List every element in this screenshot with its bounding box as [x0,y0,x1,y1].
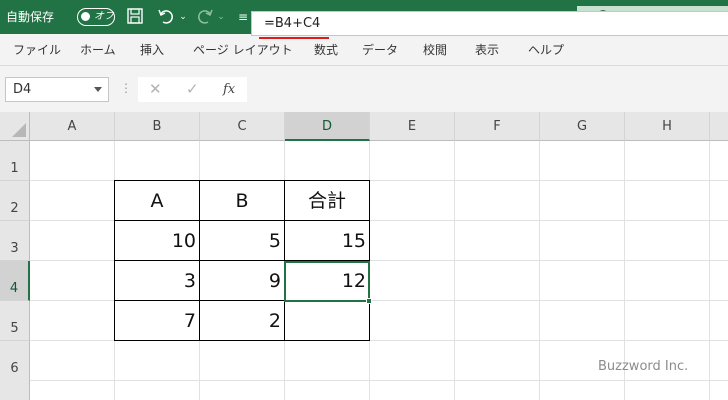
gridline [709,141,710,400]
tab-view[interactable]: 表示 [475,34,499,66]
tab-home[interactable]: ホーム [80,34,116,66]
cell-b5[interactable]: 7 [115,301,199,341]
column-header-a[interactable]: A [30,112,115,141]
splitter-handle[interactable]: ⋮ [120,82,132,94]
cell-b3[interactable]: 10 [115,221,199,261]
column-header-e[interactable]: E [370,112,455,141]
autosave-toggle-label: オフ [94,11,114,22]
formula-text: =B4+C4 [264,16,321,31]
row-header-5[interactable]: 5 [0,301,30,341]
customize-qat-icon[interactable]: ≡ [233,7,253,27]
cancel-icon[interactable]: ✕ [149,77,162,102]
row-header-1[interactable]: 1 [0,141,30,181]
formula-underline [259,37,329,39]
tab-file[interactable]: ファイル [13,34,61,66]
chevron-down-icon[interactable] [94,87,102,92]
autosave-toggle[interactable]: オフ [77,8,115,26]
formula-input[interactable]: =B4+C4 [251,11,728,36]
tab-review[interactable]: 校閲 [423,34,447,66]
cell-d2[interactable]: 合計 [285,181,369,221]
save-icon[interactable] [125,7,145,27]
insert-function-icon[interactable]: fx [223,77,235,102]
ribbon-tabs: ファイル ホーム 挿入 ページ レイアウト 数式 データ 校閲 表示 ヘルプ [0,34,728,66]
row-header-4[interactable]: 4 [0,261,30,301]
undo-dropdown-icon[interactable]: ⌄ [177,7,189,27]
row-header-3[interactable]: 3 [0,221,30,261]
toggle-knob [81,12,90,21]
fill-handle[interactable] [366,298,372,304]
gridline [539,141,540,400]
watermark: Buzzword Inc. [598,359,689,374]
row-header-2[interactable]: 2 [0,181,30,221]
column-header-h[interactable]: H [625,112,710,141]
formula-bar-area: D4 ⋮ ✕ ✓ fx [0,66,728,112]
redo-icon[interactable] [195,7,215,27]
formula-buttons: ✕ ✓ fx [138,77,247,102]
gridline [454,141,455,400]
row-header-6[interactable]: 6 [0,341,30,400]
tab-data[interactable]: データ [362,34,398,66]
column-header-d[interactable]: D [285,112,370,141]
cell-c5[interactable]: 2 [200,301,284,341]
cell-c2[interactable]: B [200,181,284,221]
enter-icon[interactable]: ✓ [186,77,199,102]
tab-insert[interactable]: 挿入 [140,34,164,66]
select-all-icon [12,123,26,137]
cell-b2[interactable]: A [115,181,199,221]
cell-b4[interactable]: 3 [115,261,199,301]
select-all-button[interactable] [0,112,30,141]
column-header-g[interactable]: G [540,112,625,141]
name-box[interactable]: D4 [5,77,109,102]
column-header-c[interactable]: C [200,112,285,141]
cell-c4[interactable]: 9 [200,261,284,301]
cell-d3[interactable]: 15 [285,221,369,261]
redo-dropdown-icon[interactable]: ⌄ [215,7,227,27]
name-box-value: D4 [13,82,32,97]
tab-help[interactable]: ヘルプ [528,34,564,66]
column-header-overflow[interactable] [710,112,728,141]
active-cell-border [284,261,372,304]
cell-c3[interactable]: 5 [200,221,284,261]
autosave-label: 自動保存 [6,10,55,24]
column-header-f[interactable]: F [455,112,540,141]
column-header-b[interactable]: B [115,112,200,141]
undo-icon[interactable] [156,7,176,27]
